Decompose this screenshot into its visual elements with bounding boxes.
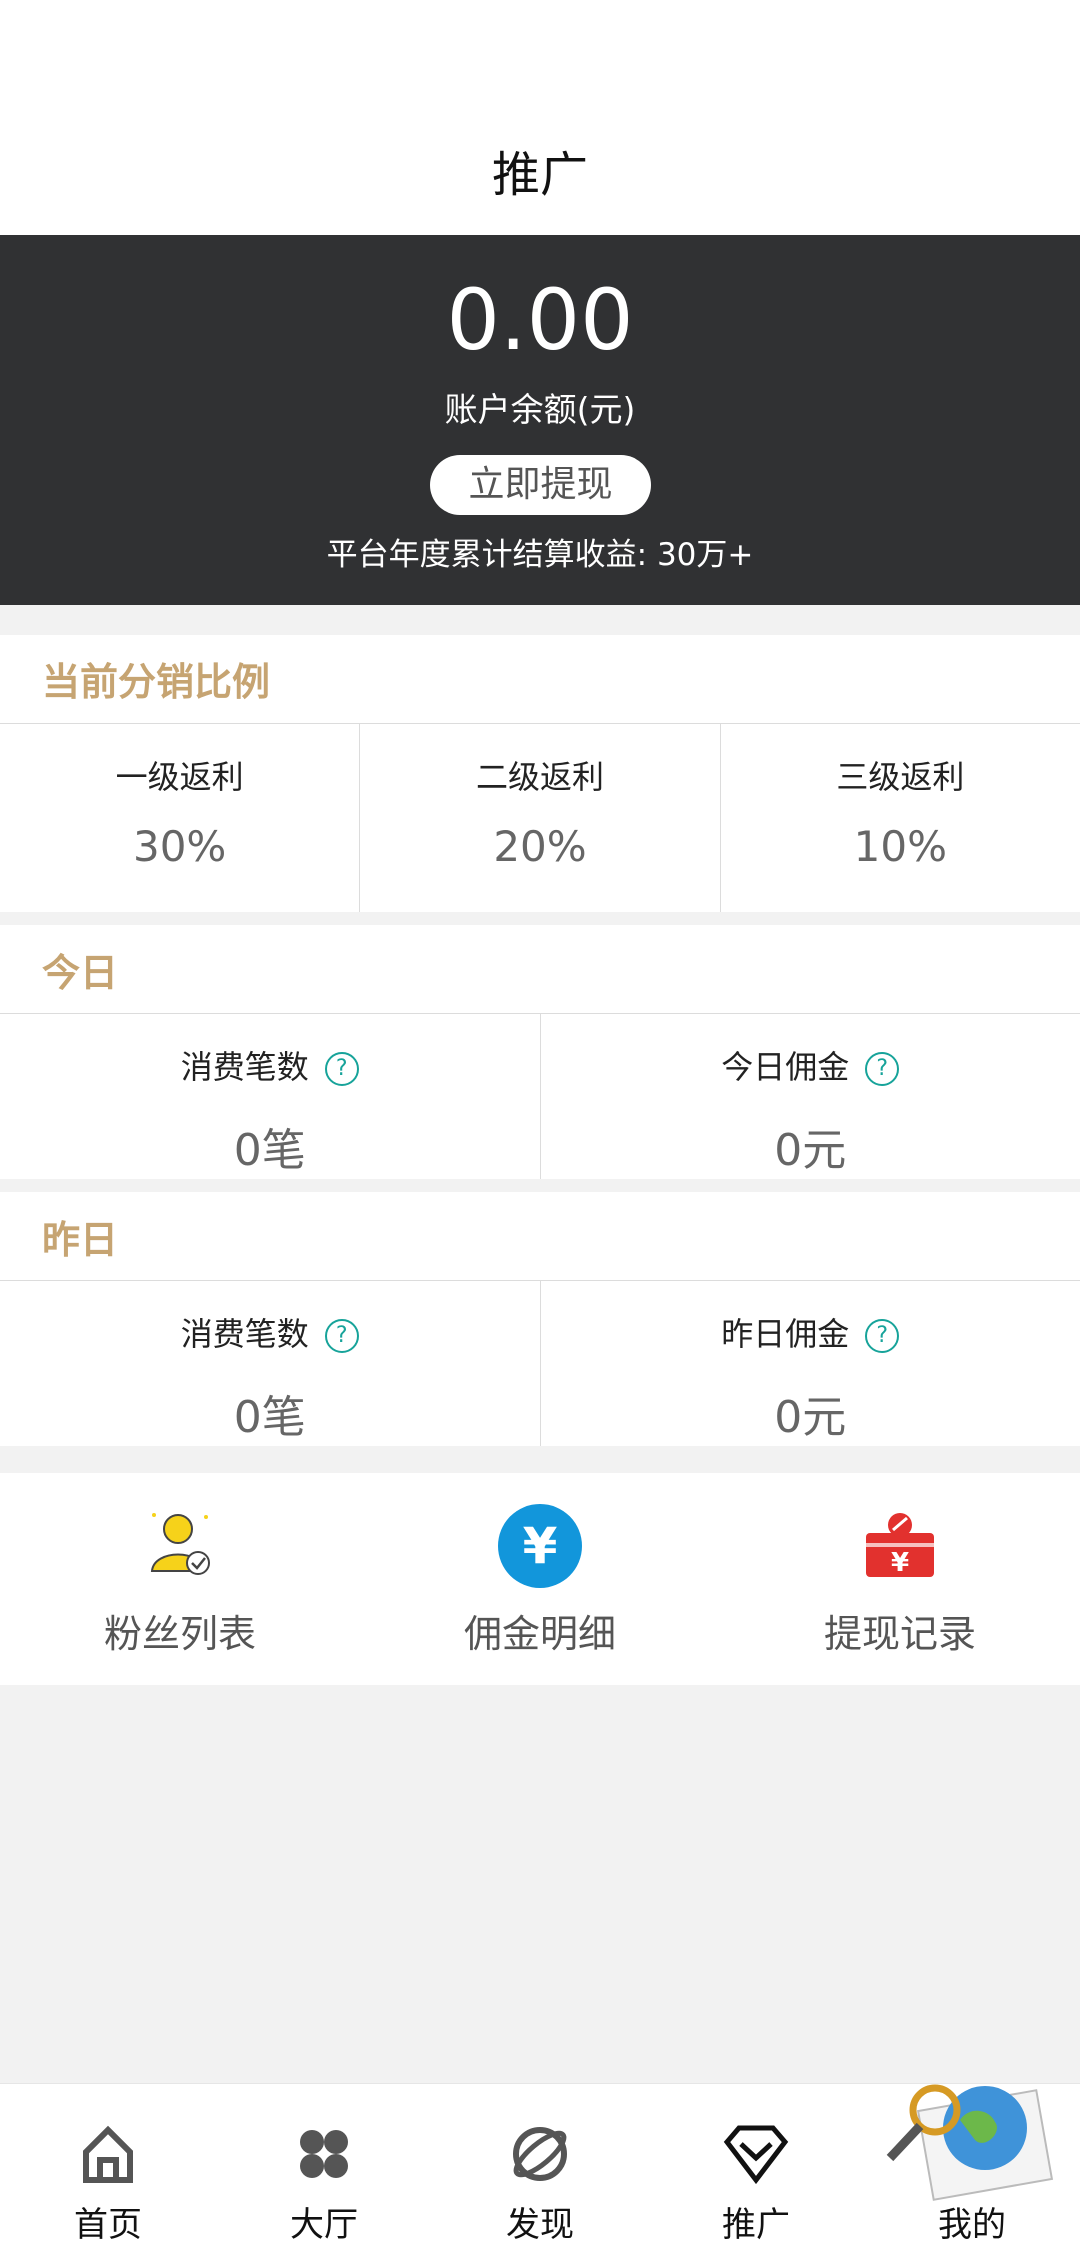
svg-text:¥: ¥ <box>523 1517 558 1575</box>
rate-value: 30% <box>0 822 359 871</box>
rate-label: 三级返利 <box>721 752 1080 798</box>
tab-home[interactable]: 首页 <box>0 2084 216 2249</box>
fans-list-label: 粉丝列表 <box>0 1603 360 1658</box>
stat-label: 消费笔数? <box>0 1042 540 1088</box>
commission-detail-button[interactable]: ¥ 佣金明细 <box>360 1473 720 1685</box>
stat-value: 0笔 <box>0 1381 540 1445</box>
stat-label: 今日佣金? <box>541 1042 1080 1088</box>
page-title: 推广 <box>0 145 1080 205</box>
today-section-title: 今日 <box>0 925 1080 1013</box>
rate-value: 20% <box>360 822 719 871</box>
tab-hall[interactable]: 大厅 <box>216 2084 432 2249</box>
distribution-grid: 一级返利 30% 二级返利 20% 三级返利 10% <box>0 723 1080 912</box>
today-orders-cell: 消费笔数? 0笔 <box>0 1014 541 1179</box>
withdraw-button[interactable]: 立即提现 <box>430 455 651 515</box>
page-header: 推广 <box>0 0 1080 235</box>
distribution-section-title: 当前分销比例 <box>0 635 1080 723</box>
planet-icon <box>510 2124 570 2188</box>
help-icon[interactable]: ? <box>865 1052 899 1086</box>
rate-cell-level-2: 二级返利 20% <box>360 724 720 912</box>
stat-value: 0笔 <box>0 1114 540 1178</box>
stat-value: 0元 <box>541 1381 1080 1445</box>
balance-panel: 0.00 账户余额(元) 立即提现 平台年度累计结算收益: 30万+ <box>0 235 1080 605</box>
yesterday-section-title: 昨日 <box>0 1192 1080 1280</box>
withdraw-record-label: 提现记录 <box>720 1603 1080 1658</box>
diamond-icon <box>723 2124 789 2188</box>
tab-discover[interactable]: 发现 <box>432 2084 648 2249</box>
tab-label: 推广 <box>648 2197 864 2246</box>
tab-label: 首页 <box>0 2197 216 2246</box>
stat-label: 昨日佣金? <box>541 1309 1080 1355</box>
fans-list-button[interactable]: 粉丝列表 <box>0 1473 360 1685</box>
yesterday-grid: 消费笔数? 0笔 昨日佣金? 0元 <box>0 1280 1080 1446</box>
help-icon[interactable]: ? <box>865 1319 899 1353</box>
rate-value: 10% <box>721 822 1080 871</box>
home-icon <box>78 2124 138 2188</box>
watermark-logo <box>865 2060 1065 2240</box>
yesterday-commission-cell: 昨日佣金? 0元 <box>541 1281 1080 1446</box>
rate-label: 一级返利 <box>0 752 359 798</box>
user-check-icon <box>140 1503 220 1587</box>
wallet-record-icon: ¥ <box>860 1503 940 1587</box>
rate-cell-level-1: 一级返利 30% <box>0 724 360 912</box>
stat-value: 0元 <box>541 1114 1080 1178</box>
stat-label: 消费笔数? <box>0 1309 540 1355</box>
withdraw-record-button[interactable]: ¥ 提现记录 <box>720 1473 1080 1685</box>
clover-icon <box>294 2124 354 2188</box>
tab-label: 大厅 <box>216 2197 432 2246</box>
balance-label: 账户余额(元) <box>0 385 1080 435</box>
rate-label: 二级返利 <box>360 752 719 798</box>
svg-text:¥: ¥ <box>891 1548 909 1578</box>
rate-cell-level-3: 三级返利 10% <box>721 724 1080 912</box>
commission-detail-label: 佣金明细 <box>360 1603 720 1658</box>
tab-label: 发现 <box>432 2197 648 2246</box>
help-icon[interactable]: ? <box>325 1052 359 1086</box>
help-icon[interactable]: ? <box>325 1319 359 1353</box>
shortcut-row: 粉丝列表 ¥ 佣金明细 ¥ 提现记录 <box>0 1473 1080 1685</box>
today-grid: 消费笔数? 0笔 今日佣金? 0元 <box>0 1013 1080 1179</box>
tab-promote[interactable]: 推广 <box>648 2084 864 2249</box>
balance-amount: 0.00 <box>0 270 1080 370</box>
yen-circle-icon: ¥ <box>497 1503 583 1593</box>
today-commission-cell: 今日佣金? 0元 <box>541 1014 1080 1179</box>
platform-total-text: 平台年度累计结算收益: 30万+ <box>0 530 1080 580</box>
yesterday-orders-cell: 消费笔数? 0笔 <box>0 1281 541 1446</box>
